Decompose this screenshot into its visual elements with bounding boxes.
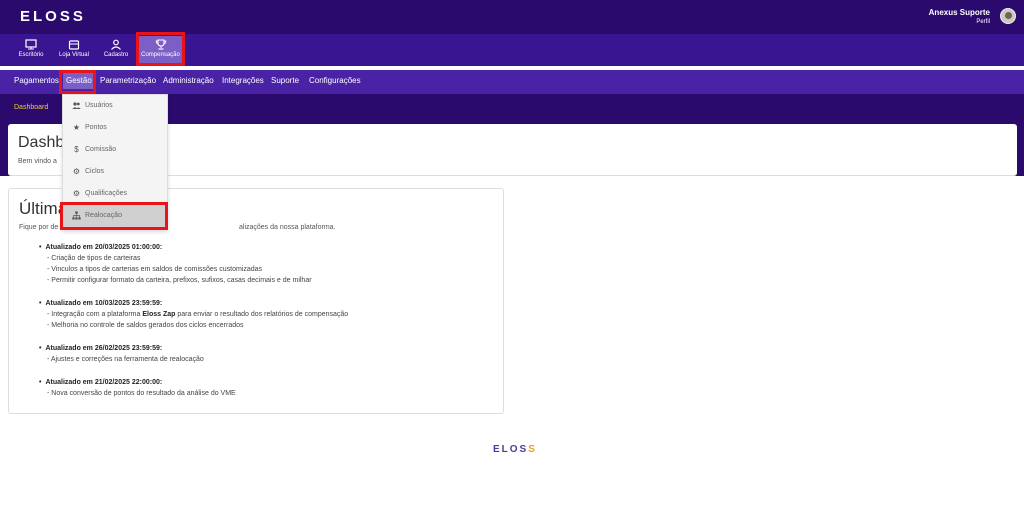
top-bar: ELOSS Anexus Suporte Perfil [0,0,1024,34]
module-cadastro[interactable]: Cadastro [100,36,132,64]
dropdown-item-ciclos[interactable]: ⚙ Ciclos [63,161,167,183]
user-profile-link[interactable]: Perfil [929,19,990,25]
sitemap-icon [72,211,81,220]
module-label: Cadastro [103,52,129,58]
store-icon [68,40,80,50]
updates-list: Atualizado em 20/03/2025 01:00:00: - Cri… [39,242,348,411]
dropdown-label: Comissão [85,146,117,153]
updates-subtitle-end: alizações da nossa plataforma. [239,224,336,231]
footer-logo: ELOSS [493,444,537,455]
update-line: - Nova conversão de pontos do resultado … [47,390,236,397]
menu-integracoes[interactable]: Integrações [222,76,264,85]
user-icon [111,39,121,50]
updates-subtitle-start: Fique por de [19,224,59,231]
update-line: - Integração com a plataforma Eloss Zap … [39,309,348,320]
menu-parametrizacao[interactable]: Parametrização [100,76,156,85]
module-label: Escritório [18,52,44,58]
star-icon: ★ [72,123,81,132]
dropdown-label: Realocação [85,212,122,219]
page-title: Dashb [18,134,65,151]
update-line: - Vinculos a tipos de carterias em saldo… [47,266,263,273]
module-escritorio[interactable]: Escritório [14,36,48,64]
menu-configuracoes[interactable]: Configurações [309,76,361,85]
dropdown-item-comissao[interactable]: $ Comissão [63,139,167,161]
update-line: - Permitir configurar formato da carteir… [47,277,312,284]
dropdown-label: Pontos [85,124,107,131]
eloss-zap-name: Eloss Zap [142,311,176,318]
list-item: Atualizado em 21/02/2025 22:00:00: - Nov… [39,377,348,399]
users-icon [72,101,81,110]
dropdown-item-qualificacoes[interactable]: ⚙ Qualificações [63,183,167,205]
menu-administracao[interactable]: Administração [163,76,214,85]
breadcrumb[interactable]: Dashboard [14,104,48,111]
update-text: - Integração com a plataforma [47,311,143,318]
footer-logo-main: ELOS [493,444,529,455]
updates-title: Última [19,199,68,218]
module-label: Loja Virtual [59,52,89,58]
list-item: Atualizado em 26/02/2025 23:59:59: - Aju… [39,343,348,365]
trophy-icon [155,39,166,50]
update-line: - Criação de tipos de carteiras [47,255,141,262]
module-label: Compensação [141,52,180,58]
avatar[interactable] [1000,8,1016,24]
module-compensacao[interactable]: Compensação [138,36,183,64]
dropdown-label: Qualificações [85,190,128,197]
update-line: - Ajustes e correções na ferramenta de r… [47,356,204,363]
menu-gestao[interactable]: Gestão [63,72,95,89]
menu-bar: Pagamentos Gestão Parametrização Adminis… [0,70,1024,94]
list-item: Atualizado em 20/03/2025 01:00:00: - Cri… [39,242,348,286]
dropdown-item-pontos[interactable]: ★ Pontos [63,117,167,139]
dropdown-item-usuarios[interactable]: Usuários [63,95,167,117]
update-heading: Atualizado em 20/03/2025 01:00:00: [39,242,348,253]
dropdown-label: Usuários [85,102,113,109]
update-heading: Atualizado em 26/02/2025 23:59:59: [39,343,348,354]
update-heading: Atualizado em 21/02/2025 22:00:00: [39,377,348,388]
dollar-icon: $ [74,145,79,154]
update-line: - Melhoria no controle de saldos gerados… [47,322,244,329]
logo[interactable]: ELOSS [20,8,86,25]
menu-pagamentos[interactable]: Pagamentos [14,76,59,85]
module-loja-virtual[interactable]: Loja Virtual [56,36,92,64]
module-bar: Escritório Loja Virtual Cadastro Compens… [0,34,1024,66]
gestao-dropdown: Usuários ★ Pontos $ Comissão ⚙ Ciclos ⚙ … [62,94,168,230]
update-text: para enviar o resultado dos relatórios d… [175,311,349,318]
menu-suporte[interactable]: Suporte [271,76,299,85]
list-item: Atualizado em 10/03/2025 23:59:59: - Int… [39,298,348,331]
welcome-text: Bem vindo a [18,158,57,165]
dropdown-label: Ciclos [85,168,105,175]
gear-icon: ⚙ [72,167,81,176]
update-heading: Atualizado em 10/03/2025 23:59:59: [39,298,348,309]
monitor-icon [25,39,37,50]
dropdown-item-realocacao[interactable]: Realocação [63,205,167,227]
footer-logo-accent: S [528,444,537,455]
user-info[interactable]: Anexus Suporte Perfil [929,8,990,25]
gear-icon: ⚙ [72,189,81,198]
user-name[interactable]: Anexus Suporte [929,8,990,17]
